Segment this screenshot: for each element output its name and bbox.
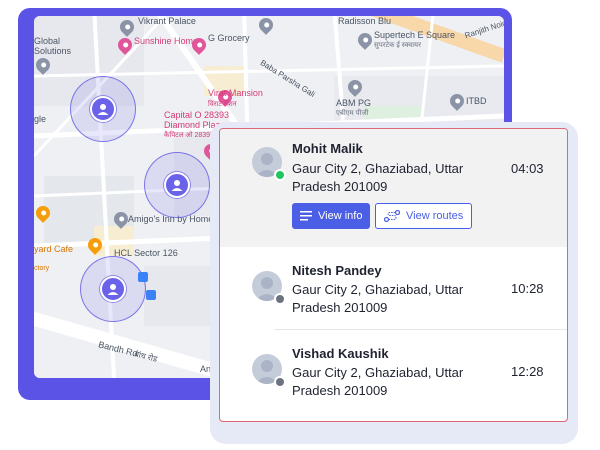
driver-row[interactable]: Vishad Kaushik Gaur City 2, Ghaziabad, U… [220,330,567,420]
driver-time: 04:03 [511,161,544,176]
view-info-button[interactable]: View info [292,203,371,229]
poi-label: Supertech E Square [374,30,456,40]
poi-label: Capital O 28393 [164,110,230,120]
driver-list-panel: Mohit Malik Gaur City 2, Ghaziabad, Utta… [219,128,568,422]
driver-name: Nitesh Pandey [292,263,382,278]
geofence-circle[interactable] [80,256,146,322]
poi-label: Global [34,36,61,46]
driver-time: 12:28 [511,364,544,379]
geofence-circle[interactable] [144,152,210,218]
route-icon [384,210,400,222]
driver-row[interactable]: Mohit Malik Gaur City 2, Ghaziabad, Utta… [220,129,567,247]
status-dot-offline [274,293,286,305]
geofence-circle[interactable] [70,76,136,142]
status-dot-online [274,169,286,181]
view-info-label: View info [318,210,363,222]
poi-label: Virat Mansion [208,88,263,98]
poi-label: ABM PG [336,98,372,108]
poi-label: HCL Sector 126 [114,248,178,258]
poi-sublabel: कैपिटल ओ 28393 [164,132,214,139]
poi-sublabel: विराट मेंशन [208,101,237,108]
poi-sublabel: ctory [34,265,50,272]
driver-row[interactable]: Nitesh Pandey Gaur City 2, Ghaziabad, Ut… [220,247,567,329]
transit-icon[interactable] [146,290,156,300]
view-routes-button[interactable]: View routes [375,203,473,229]
transit-icon[interactable] [138,272,148,282]
driver-address: Gaur City 2, Ghaziabad, Uttar Pradesh 20… [292,161,464,194]
poi-label: yard Cafe [34,244,74,254]
poi-label: gle [34,114,47,124]
poi-sublabel: एबीएम पीजी [336,110,369,117]
poi-sublabel: सुपरटेक ई स्क्वायर [374,42,421,49]
driver-name: Vishad Kaushik [292,346,389,361]
list-icon [300,211,312,221]
poi-label: G Grocery [208,33,250,43]
person-icon[interactable] [164,172,190,198]
status-dot-offline [274,376,286,388]
poi-label: Vikrant Palace [138,16,196,26]
poi-label: Solutions [34,46,72,56]
poi-label: ITBD [466,96,487,106]
view-routes-label: View routes [406,210,464,222]
person-icon[interactable] [100,276,126,302]
driver-name: Mohit Malik [292,141,363,156]
poi-label: Radisson Blu [338,16,392,26]
driver-address: Gaur City 2, Ghaziabad, Uttar Pradesh 20… [292,282,464,315]
person-icon[interactable] [90,96,116,122]
driver-address: Gaur City 2, Ghaziabad, Uttar Pradesh 20… [292,365,464,398]
driver-time: 10:28 [511,281,544,296]
